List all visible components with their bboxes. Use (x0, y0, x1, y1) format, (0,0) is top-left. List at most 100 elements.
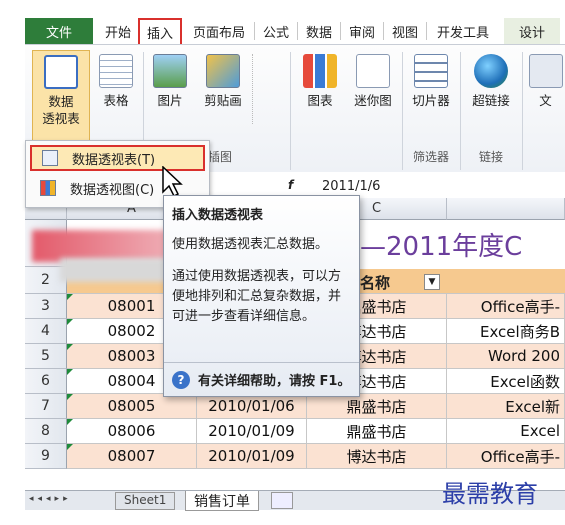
sheet-nav-arrows-icon[interactable]: ◂◂◂▸▸ (29, 494, 72, 504)
cell-store[interactable]: 鼎盛书店 (307, 419, 447, 444)
cell-book[interactable]: Excel商务B (447, 319, 565, 344)
clipart-label: 剪贴画 (204, 93, 242, 108)
error-indicator-icon (67, 294, 73, 300)
sheet-tab-sheet1[interactable]: Sheet1 (115, 492, 176, 510)
tab-view[interactable]: 视图 (385, 18, 425, 44)
ribbon-tab-row: 文件 开始 插入 页面布局 公式 数据 审阅 视图 开发工具 设计 (0, 0, 565, 44)
tab-divider (340, 22, 341, 40)
hyperlink-globe-icon (474, 54, 508, 88)
row-header[interactable]: 4 (25, 319, 67, 344)
tab-formulas[interactable]: 公式 (256, 18, 296, 44)
tooltip-description: 通过使用数据透视表，可以方便地排列和汇总复杂数据，并可进一步查看详细信息。 (172, 269, 342, 324)
sheet-title: —2011年度C (360, 232, 523, 262)
row-header[interactable]: 7 (25, 394, 67, 419)
cell-order-id[interactable]: 08005 (67, 394, 197, 419)
tab-divider (383, 22, 384, 40)
pivot-label-line1: 数据 (48, 94, 74, 109)
error-indicator-icon (67, 344, 73, 350)
tab-data[interactable]: 数据 (299, 18, 339, 44)
group-divider (402, 52, 403, 170)
pivot-table-icon (44, 55, 78, 89)
slicer-button[interactable]: 切片器 (406, 54, 456, 134)
cell-date[interactable]: 2010/01/09 (197, 444, 307, 469)
blurred-region (60, 258, 180, 282)
column-header-d[interactable] (447, 198, 565, 220)
tab-file[interactable]: 文件 (25, 18, 93, 44)
table-icon (99, 54, 133, 88)
picture-icon (153, 54, 187, 88)
formula-input[interactable]: 2011/1/6 (322, 179, 380, 194)
cell-book[interactable]: Excel (447, 419, 565, 444)
row-header[interactable]: 5 (25, 344, 67, 369)
table-label: 表格 (103, 93, 129, 108)
group-label-links: 链接 (478, 150, 503, 164)
clipart-button[interactable]: 剪贴画 (198, 54, 248, 124)
clipart-icon (206, 54, 240, 88)
tab-page-layout[interactable]: 页面布局 (184, 18, 254, 44)
group-divider (290, 52, 291, 170)
tab-insert[interactable]: 插入 (138, 18, 182, 44)
tab-developer[interactable]: 开发工具 (428, 18, 498, 44)
shapes-icons[interactable] (252, 54, 280, 124)
slicer-label: 切片器 (412, 93, 450, 108)
cell-book[interactable]: Office高手- (447, 444, 565, 469)
insert-sheet-icon[interactable] (271, 492, 293, 509)
error-indicator-icon (67, 419, 73, 425)
tab-review[interactable]: 审阅 (342, 18, 382, 44)
tab-home[interactable]: 开始 (98, 18, 138, 44)
error-indicator-icon (67, 369, 73, 375)
error-indicator-icon (67, 394, 73, 400)
slicer-icon (414, 54, 448, 88)
table-button[interactable]: 表格 (96, 54, 136, 124)
menu-item-pivot-chart-label: 数据透视图(C) (70, 182, 155, 198)
cell-book[interactable]: Excel新 (447, 394, 565, 419)
cell-date[interactable]: 2010/01/09 (197, 419, 307, 444)
hyperlink-button[interactable]: 超链接 (464, 54, 518, 134)
tooltip-title: 插入数据透视表 (172, 208, 264, 223)
error-indicator-icon (67, 444, 73, 450)
tooltip-summary: 使用数据透视表汇总数据。 (172, 237, 329, 252)
group-divider (460, 52, 461, 170)
sheet-tab-sales-orders[interactable]: 销售订单 (185, 491, 259, 511)
text-icon (528, 54, 563, 88)
fx-icon[interactable]: f (288, 178, 293, 192)
help-icon: ? (172, 370, 190, 389)
pivot-table-small-icon (42, 150, 58, 166)
chart-button[interactable]: 图表 (298, 54, 342, 134)
tab-divider (426, 22, 427, 40)
group-label-filter: 筛选器 (412, 150, 449, 164)
cell-date[interactable]: 2010/01/06 (197, 394, 307, 419)
mouse-cursor-icon (162, 166, 183, 198)
sparkline-label: 迷你图 (354, 93, 392, 108)
tooltip-help: ? 有关详细帮助，请按 F1。 (164, 362, 359, 396)
row-header[interactable]: 9 (25, 444, 67, 469)
row-header[interactable]: 3 (25, 294, 67, 319)
group-divider (522, 52, 523, 170)
chart-icon (303, 54, 337, 88)
cell-store[interactable]: 博达书店 (307, 444, 447, 469)
menu-item-pivot-table-label: 数据透视表(T) (72, 152, 156, 168)
pivot-tooltip: 插入数据透视表 使用数据透视表汇总数据。 通过使用数据透视表，可以方便地排列和汇… (163, 195, 360, 397)
tooltip-help-text: 有关详细帮助，请按 F1。 (198, 374, 351, 389)
text-button[interactable]: 文 (526, 54, 565, 134)
cell-order-id[interactable]: 08006 (67, 419, 197, 444)
tab-design[interactable]: 设计 (504, 18, 560, 44)
sparkline-button[interactable]: 迷你图 (346, 54, 400, 134)
picture-button[interactable]: 图片 (150, 54, 190, 124)
cell-store[interactable]: 鼎盛书店 (307, 394, 447, 419)
pivot-label-line2: 透视表 (42, 111, 80, 126)
row-header[interactable]: 6 (25, 369, 67, 394)
chart-label: 图表 (307, 93, 333, 108)
text-label: 文 (539, 93, 552, 108)
pivot-chart-small-icon (40, 180, 56, 196)
picture-label: 图片 (157, 93, 183, 108)
cell-order-id[interactable]: 08007 (67, 444, 197, 469)
error-indicator-icon (67, 319, 73, 325)
filter-dropdown-icon[interactable]: ▼ (424, 274, 440, 290)
cell-book[interactable]: Excel函数 (447, 369, 565, 394)
pivot-table-button[interactable]: 数据 透视表 (32, 50, 90, 146)
sparkline-icon (356, 54, 390, 88)
row-header[interactable]: 8 (25, 419, 67, 444)
cell-book[interactable]: Word 200 (447, 344, 565, 369)
cell-book[interactable]: Office高手- (447, 294, 565, 319)
